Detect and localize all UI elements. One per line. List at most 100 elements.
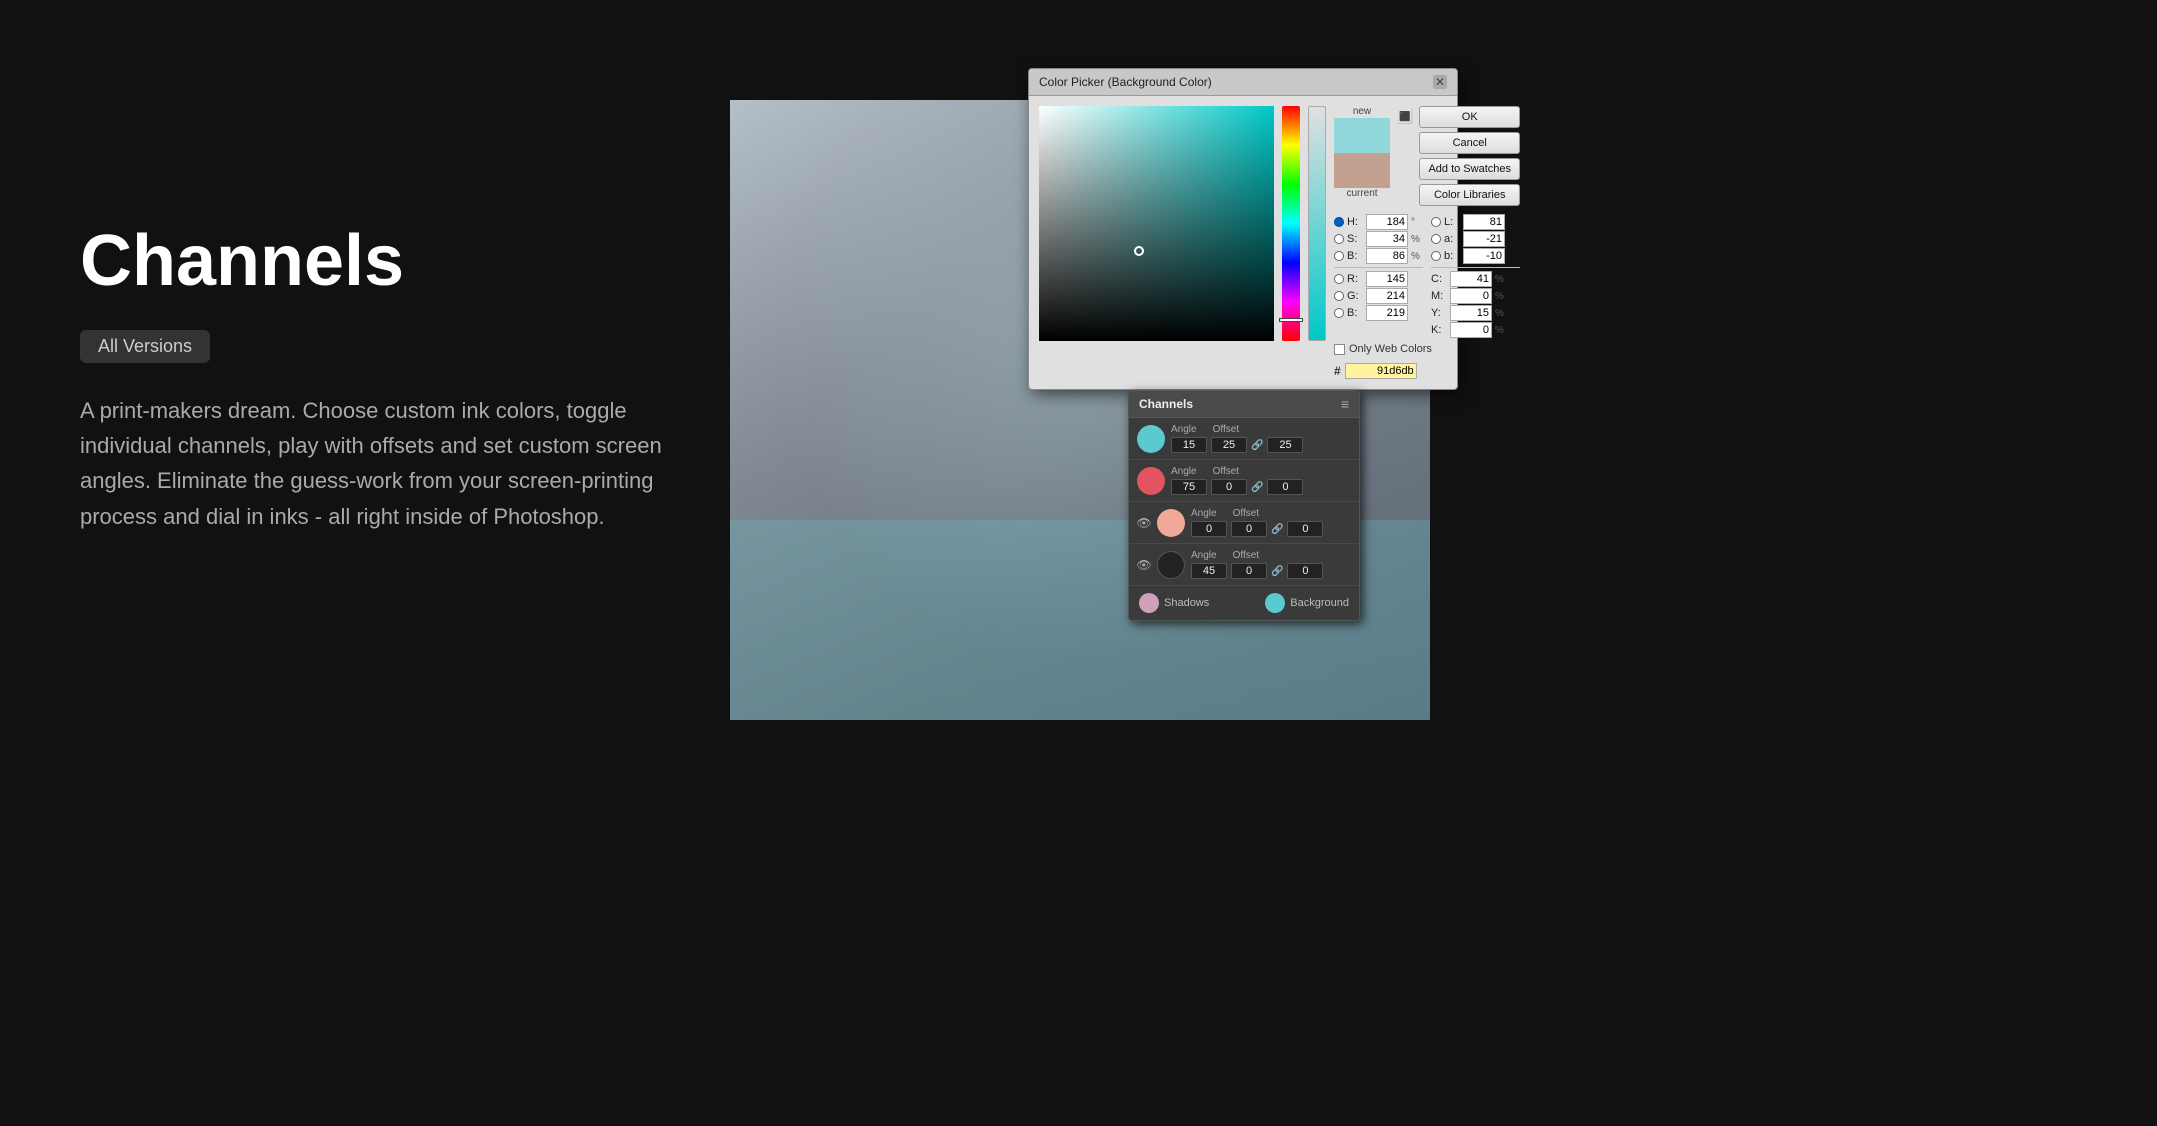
channel-row-1: Angle Offset 🔗 bbox=[1129, 460, 1359, 502]
version-badge[interactable]: All Versions bbox=[80, 330, 210, 363]
k-input[interactable] bbox=[1450, 322, 1492, 338]
b2-input[interactable] bbox=[1366, 305, 1408, 321]
background-label: Background bbox=[1290, 597, 1349, 609]
background-swatch[interactable] bbox=[1265, 593, 1285, 613]
shadows-item: Shadows bbox=[1139, 593, 1209, 613]
shadows-swatch[interactable] bbox=[1139, 593, 1159, 613]
offset-input2-3[interactable] bbox=[1287, 563, 1323, 579]
h-input[interactable] bbox=[1366, 214, 1408, 230]
angle-label-2: Angle bbox=[1191, 508, 1217, 519]
a-radio[interactable] bbox=[1431, 234, 1441, 244]
eyedropper-icon[interactable]: 🔳 bbox=[1396, 108, 1413, 125]
s-unit: % bbox=[1411, 234, 1423, 245]
offset-label-1: Offset bbox=[1213, 466, 1240, 477]
y-label: Y: bbox=[1431, 307, 1447, 319]
spectrum-cursor bbox=[1134, 246, 1144, 256]
swatch-current-label: current bbox=[1334, 188, 1390, 199]
color-libraries-button[interactable]: Color Libraries bbox=[1419, 184, 1520, 206]
channel-info-0: Angle Offset 🔗 bbox=[1171, 424, 1351, 453]
offset-label-2: Offset bbox=[1233, 508, 1260, 519]
s-label: S: bbox=[1347, 233, 1363, 245]
angle-label-3: Angle bbox=[1191, 550, 1217, 561]
link-icon-2: 🔗 bbox=[1271, 524, 1283, 535]
hex-input[interactable] bbox=[1345, 363, 1417, 379]
visibility-icon-2[interactable]: 👁 bbox=[1137, 516, 1151, 530]
g-field-row: G: bbox=[1334, 288, 1423, 304]
background-item: Background bbox=[1265, 593, 1349, 613]
swatch-current[interactable] bbox=[1334, 153, 1390, 188]
channel-labels-2: Angle Offset bbox=[1191, 508, 1351, 519]
s-input[interactable] bbox=[1366, 231, 1408, 247]
color-spectrum[interactable] bbox=[1039, 106, 1274, 341]
channel-labels-0: Angle Offset bbox=[1171, 424, 1351, 435]
angle-input-3[interactable] bbox=[1191, 563, 1227, 579]
hue-slider[interactable] bbox=[1282, 106, 1300, 341]
s-radio[interactable] bbox=[1334, 234, 1344, 244]
c-input[interactable] bbox=[1450, 271, 1492, 287]
swatch-new[interactable] bbox=[1334, 118, 1390, 153]
b3-radio[interactable] bbox=[1431, 251, 1441, 261]
add-to-swatches-button[interactable]: Add to Swatches bbox=[1419, 158, 1520, 180]
l-label: L: bbox=[1444, 216, 1460, 228]
b3-input[interactable] bbox=[1463, 248, 1505, 264]
only-web-checkbox[interactable] bbox=[1334, 344, 1345, 355]
hex-row: # bbox=[1334, 363, 1520, 379]
cancel-button[interactable]: Cancel bbox=[1419, 132, 1520, 154]
y-input[interactable] bbox=[1450, 305, 1492, 321]
only-web-label: Only Web Colors bbox=[1349, 343, 1432, 355]
link-icon-3: 🔗 bbox=[1271, 566, 1283, 577]
angle-input-2[interactable] bbox=[1191, 521, 1227, 537]
l-input[interactable] bbox=[1463, 214, 1505, 230]
swatch-new-label: new bbox=[1334, 106, 1390, 117]
b-radio[interactable] bbox=[1334, 251, 1344, 261]
alpha-slider-track bbox=[1308, 106, 1326, 341]
b-label: B: bbox=[1347, 250, 1363, 262]
hue-slider-thumb bbox=[1279, 318, 1303, 322]
l-radio[interactable] bbox=[1431, 217, 1441, 227]
g-radio[interactable] bbox=[1334, 291, 1344, 301]
channels-title: Channels bbox=[1139, 397, 1193, 411]
m-field-row: M: % bbox=[1431, 288, 1520, 304]
offset-input2-2[interactable] bbox=[1287, 521, 1323, 537]
r-field-row: R: bbox=[1334, 271, 1423, 287]
r-input[interactable] bbox=[1366, 271, 1408, 287]
ok-button[interactable]: OK bbox=[1419, 106, 1520, 128]
channel-swatch-0[interactable] bbox=[1137, 425, 1165, 453]
channel-inputs-2: 🔗 bbox=[1191, 521, 1351, 537]
page-title: Channels bbox=[80, 220, 680, 302]
channels-menu-button[interactable]: ≡ bbox=[1341, 396, 1349, 412]
angle-label-0: Angle bbox=[1171, 424, 1197, 435]
b2-radio[interactable] bbox=[1334, 308, 1344, 318]
channel-swatch-1[interactable] bbox=[1137, 467, 1165, 495]
channel-swatch-2[interactable] bbox=[1157, 509, 1185, 537]
offset-input1-2[interactable] bbox=[1231, 521, 1267, 537]
offset-input1-1[interactable] bbox=[1211, 479, 1247, 495]
h-label: H: bbox=[1347, 216, 1363, 228]
channel-row-3: 👁 Angle Offset 🔗 bbox=[1129, 544, 1359, 586]
visibility-icon-3[interactable]: 👁 bbox=[1137, 558, 1151, 572]
offset-input1-3[interactable] bbox=[1231, 563, 1267, 579]
channel-inputs-1: 🔗 bbox=[1171, 479, 1351, 495]
only-web-row: Only Web Colors bbox=[1334, 343, 1520, 355]
dialog-titlebar: Color Picker (Background Color) ✕ bbox=[1029, 69, 1457, 96]
angle-input-1[interactable] bbox=[1171, 479, 1207, 495]
r-radio[interactable] bbox=[1334, 274, 1344, 284]
channel-swatch-3[interactable] bbox=[1157, 551, 1185, 579]
g-input[interactable] bbox=[1366, 288, 1408, 304]
angle-input-0[interactable] bbox=[1171, 437, 1207, 453]
alpha-slider[interactable] bbox=[1308, 106, 1326, 341]
dialog-close-button[interactable]: ✕ bbox=[1433, 75, 1447, 89]
h-radio[interactable] bbox=[1334, 217, 1344, 227]
m-input[interactable] bbox=[1450, 288, 1492, 304]
offset-input1-0[interactable] bbox=[1211, 437, 1247, 453]
channels-footer: Shadows Background bbox=[1129, 586, 1359, 620]
offset-input2-0[interactable] bbox=[1267, 437, 1303, 453]
b-input[interactable] bbox=[1366, 248, 1408, 264]
channels-panel: Channels ≡ Angle Offset 🔗 Angle Offset bbox=[1128, 390, 1360, 621]
channel-info-1: Angle Offset 🔗 bbox=[1171, 466, 1351, 495]
dialog-body: new current 🔳 OK Cancel Add to Swatches … bbox=[1029, 96, 1457, 389]
channel-row-0: Angle Offset 🔗 bbox=[1129, 418, 1359, 460]
offset-input2-1[interactable] bbox=[1267, 479, 1303, 495]
channel-info-2: Angle Offset 🔗 bbox=[1191, 508, 1351, 537]
a-input[interactable] bbox=[1463, 231, 1505, 247]
